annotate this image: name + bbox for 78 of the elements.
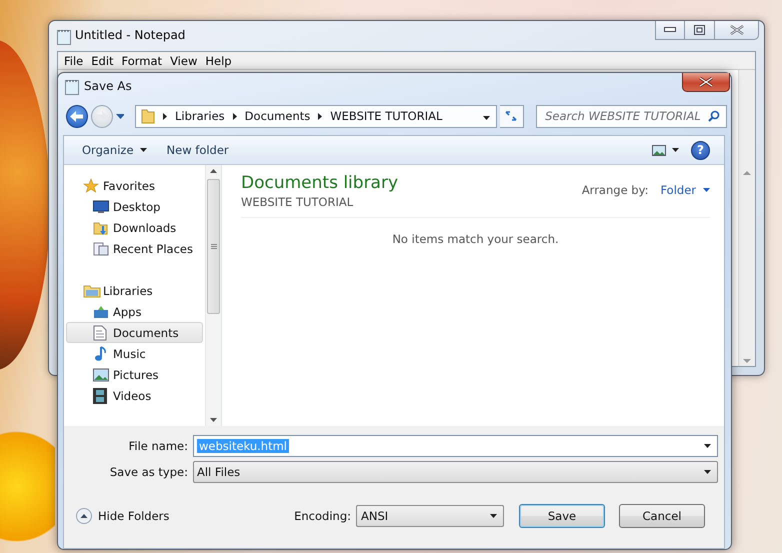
breadcrumb-item[interactable]: Libraries bbox=[175, 109, 225, 123]
nav-item[interactable]: Recent Places bbox=[66, 238, 203, 259]
caret-icon bbox=[672, 148, 679, 152]
arrange-label: Arrange by: bbox=[582, 183, 648, 197]
library-title: Documents library bbox=[241, 173, 398, 193]
collapse-icon bbox=[76, 508, 92, 524]
toolbar-button[interactable]: Organize bbox=[72, 140, 157, 160]
notepad-icon bbox=[57, 29, 71, 45]
nav-item[interactable]: Downloads bbox=[66, 217, 203, 238]
file-name-label: File name: bbox=[128, 439, 189, 453]
search-field[interactable]: Search WEBSITE TUTORIAL bbox=[536, 104, 727, 128]
scroll-down-icon[interactable] bbox=[210, 418, 217, 422]
recent-places-icon bbox=[93, 240, 109, 256]
film-strip-icon bbox=[93, 388, 107, 404]
history-caret-icon[interactable] bbox=[116, 114, 124, 118]
right-arrow-icon bbox=[95, 110, 108, 122]
caret-icon bbox=[140, 148, 147, 152]
caret-icon bbox=[703, 188, 710, 192]
menu-item[interactable]: Help bbox=[203, 54, 238, 68]
close-button[interactable] bbox=[682, 73, 730, 92]
nav-item[interactable]: Videos bbox=[66, 385, 203, 406]
folder-icon bbox=[141, 108, 155, 124]
address-bar[interactable]: Libraries Documents WEBSITE TUTORIAL bbox=[135, 104, 497, 128]
document-icon bbox=[93, 324, 107, 340]
dialog-button[interactable]: Cancel bbox=[619, 504, 705, 528]
nav-item[interactable]: Music bbox=[66, 343, 203, 364]
save-type-label: Save as type: bbox=[108, 465, 189, 479]
picture-icon bbox=[93, 368, 109, 382]
grip-icon bbox=[210, 244, 216, 249]
menu-item[interactable]: Edit bbox=[89, 54, 120, 68]
nav-item[interactable]: Desktop bbox=[66, 196, 203, 217]
folder-download-icon bbox=[93, 220, 109, 236]
arrange-dropdown[interactable]: Folder bbox=[660, 183, 710, 197]
scroll-up-icon[interactable] bbox=[210, 169, 217, 173]
breadcrumb-item[interactable]: Documents bbox=[244, 109, 310, 123]
dialog-title: Save As bbox=[84, 79, 132, 93]
save-type-dropdown[interactable]: All Files bbox=[193, 461, 718, 483]
library-folder-icon bbox=[83, 282, 101, 298]
refresh-button[interactable] bbox=[500, 104, 524, 128]
encoding-label: Encoding: bbox=[294, 509, 351, 523]
encoding-dropdown[interactable]: ANSI bbox=[356, 505, 504, 527]
chevron-icon[interactable] bbox=[232, 112, 237, 120]
search-icon bbox=[708, 110, 720, 122]
scroll-thumb[interactable] bbox=[207, 179, 220, 314]
menu-item[interactable]: File bbox=[62, 54, 90, 68]
menu-item[interactable]: Format bbox=[120, 54, 168, 68]
caret-icon bbox=[704, 444, 711, 448]
star-icon bbox=[83, 178, 99, 194]
menu-item[interactable]: View bbox=[168, 54, 204, 68]
view-button[interactable] bbox=[650, 142, 681, 158]
help-button[interactable]: ? bbox=[691, 140, 710, 160]
nav-item[interactable]: Apps bbox=[66, 301, 203, 322]
toolbar-button[interactable]: New folder bbox=[156, 140, 239, 160]
scrollbar[interactable] bbox=[205, 165, 221, 426]
left-arrow-icon bbox=[70, 110, 84, 122]
library-subtitle: WEBSITE TUTORIAL bbox=[241, 195, 354, 209]
toolbox-icon bbox=[93, 304, 109, 320]
back-button[interactable] bbox=[66, 104, 88, 128]
chevron-icon[interactable] bbox=[318, 112, 322, 120]
nav-item[interactable]: Documents bbox=[66, 322, 203, 343]
chevron-icon[interactable] bbox=[163, 112, 167, 120]
monitor-icon bbox=[93, 200, 109, 214]
caret-icon bbox=[704, 470, 711, 474]
caret-icon bbox=[482, 116, 490, 120]
caret-icon bbox=[490, 514, 497, 518]
window-title: Untitled - Notepad bbox=[75, 28, 186, 42]
nav-item[interactable]: Favorites bbox=[66, 175, 203, 196]
nav-item[interactable]: Libraries bbox=[66, 280, 203, 301]
hide-folders-button[interactable]: Hide Folders bbox=[76, 508, 170, 524]
refresh-icon bbox=[504, 110, 518, 122]
breadcrumb-item[interactable]: WEBSITE TUTORIAL bbox=[330, 109, 442, 123]
nav-item[interactable]: Pictures bbox=[66, 364, 203, 385]
notepad-icon bbox=[65, 79, 79, 95]
picture-icon bbox=[652, 144, 666, 156]
music-note-icon bbox=[93, 346, 107, 362]
dialog-button[interactable]: Save bbox=[519, 504, 605, 528]
empty-message: No items match your search. bbox=[392, 232, 559, 246]
close-icon bbox=[699, 77, 713, 87]
